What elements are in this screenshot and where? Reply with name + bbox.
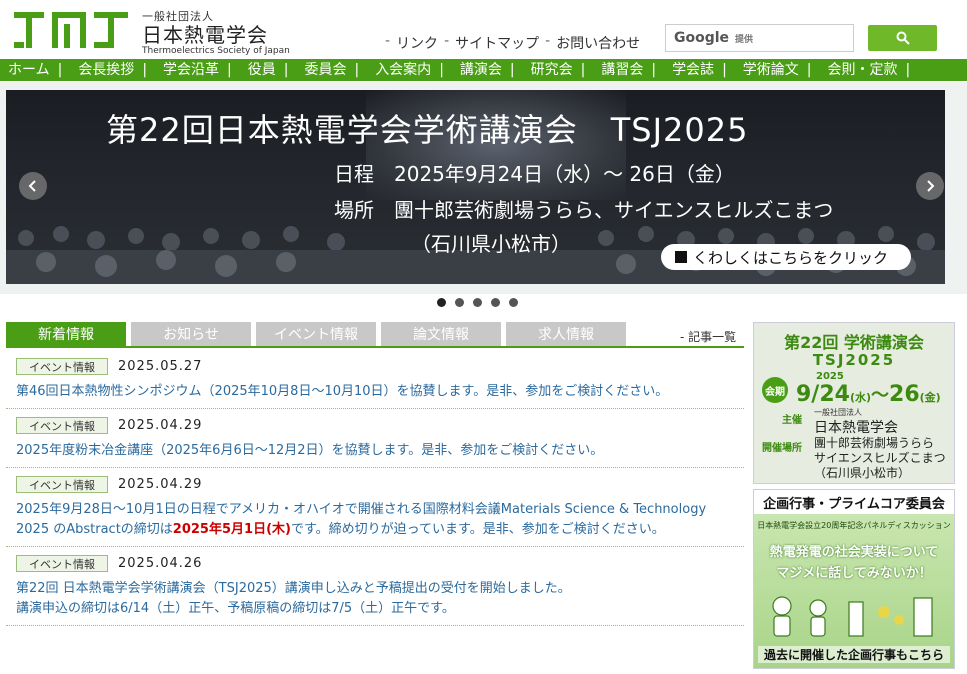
header: 一般社団法人 日本熱電学会 Thermoelectrics Society of…	[0, 0, 967, 60]
link-links[interactable]: リンク	[396, 33, 438, 53]
side2-header: 企画行事・プライムコア委員会	[754, 490, 954, 514]
banner-slide[interactable]: 第22回日本熱電学会学術講演会 TSJ2025 日程 2025年9月24日（水）…	[6, 90, 945, 284]
news-link[interactable]: 2025年度粉末冶金講座（2025年6月6日～12月2日）を協賛します。是非、参…	[16, 441, 734, 461]
side-venue-label: 開催場所	[762, 443, 802, 454]
nav-officers[interactable]: 役員 |	[240, 59, 297, 81]
sidebar-planning-banner[interactable]: 企画行事・プライムコア委員会 日本熱電学会設立20周年記念パネルディスカッション…	[753, 489, 955, 669]
link-sitemap[interactable]: サイトマップ	[455, 33, 539, 53]
main-nav: ホーム | 会長挨拶 | 学会沿革 | 役員 | 委員会 | 入会案内 | 講演会 | 研究会…	[0, 59, 967, 81]
nav-research[interactable]: 研究会 |	[523, 59, 594, 81]
banner-venue-city: （石川県小松市）	[411, 232, 571, 256]
banner-venue: 場所 團十郎芸術劇場うらら、サイエンスヒルズこまつ	[334, 198, 834, 222]
next-slide-button[interactable]	[916, 172, 944, 200]
nav-lecture[interactable]: 講演会 |	[452, 59, 523, 81]
side2-line2: マジメに話してみないか！	[776, 566, 932, 581]
side2-art: 日本熱電学会設立20周年記念パネルディスカッション 熱電発電の社会実装について …	[754, 514, 954, 668]
people-illustration-icon	[772, 596, 933, 637]
link-contact[interactable]: お問い合わせ	[556, 33, 640, 53]
slide-dots	[437, 298, 518, 307]
nav-journal[interactable]: 学会誌 |	[664, 59, 735, 81]
slide-dot-3[interactable]	[473, 298, 482, 307]
side-conf-sub: TSJ2025	[812, 351, 896, 369]
org-en: Thermoelectrics Society of Japan	[142, 46, 290, 56]
nav-course[interactable]: 講習会 |	[593, 59, 664, 81]
news-date: 2025.04.29	[118, 418, 203, 433]
banner-area: 第22回日本熱電学会学術講演会 TSJ2025 日程 2025年9月24日（水）…	[0, 82, 967, 294]
nav-papers[interactable]: 学術論文 |	[735, 59, 820, 81]
google-brand: Google	[674, 30, 730, 46]
banner-title: 第22回日本熱電学会学術講演会 TSJ2025	[106, 111, 749, 149]
news-item: イベント情報 2025.05.27 第46回日本熱物性シンポジウム（2025年1…	[6, 350, 744, 409]
side2-past-link[interactable]: 過去に開催した企画行事もこちら	[758, 646, 950, 663]
news-item: イベント情報 2025.04.29 2025年度粉末冶金講座（2025年6月6日…	[6, 409, 744, 468]
search-input[interactable]: Google 提供	[665, 24, 854, 52]
sidebar-conference-banner[interactable]: 第22回 学術講演会 TSJ2025 会期 2025 9/24(水)～26(金)…	[753, 322, 955, 484]
tab-event[interactable]: イベント情報	[256, 322, 376, 346]
news-tabs: 新着情報 お知らせ イベント情報 論文情報 求人情報	[6, 322, 626, 346]
deadline-highlight: 2025年5月1日(木)	[172, 522, 291, 537]
side-host-name: 日本熱電学会	[814, 420, 898, 436]
slide-dot-4[interactable]	[491, 298, 500, 307]
tab-new[interactable]: 新着情報	[6, 322, 126, 346]
news-item: イベント情報 2025.04.26 第22回 日本熱電学会学術講演会（TSJ20…	[6, 547, 744, 626]
side-venue: 團十郎芸術劇場うらら サイエンスヒルズこまつ （石川県小松市）	[814, 436, 946, 480]
top-links: - リンク - サイトマップ - お問い合わせ	[385, 33, 641, 53]
slide-dot-1[interactable]	[437, 298, 446, 307]
org-name: 日本熱電学会	[142, 23, 268, 47]
category-badge: イベント情報	[16, 417, 108, 434]
chevron-right-icon	[927, 180, 935, 192]
nav-history[interactable]: 学会沿革 |	[155, 59, 240, 81]
slide-dot-2[interactable]	[455, 298, 464, 307]
side-conf-title: 第22回 学術講演会	[784, 333, 924, 352]
category-badge: イベント情報	[16, 476, 108, 493]
banner-detail-button[interactable]: くわしくはこちらをクリック	[661, 244, 911, 270]
article-list-link[interactable]: - 記事一覧	[680, 328, 736, 345]
org-small: 一般社団法人	[142, 10, 214, 23]
banner-schedule: 日程 2025年9月24日（水）～ 26日（金）	[334, 162, 735, 186]
logo-text[interactable]: 一般社団法人 日本熱電学会 Thermoelectrics Society of…	[142, 8, 290, 57]
square-icon	[675, 251, 687, 263]
tsj-logo[interactable]	[14, 10, 130, 48]
tab-underline	[6, 346, 744, 348]
nav-greeting[interactable]: 会長挨拶 |	[70, 59, 155, 81]
news-date: 2025.04.29	[118, 477, 203, 492]
side-period-label: 会期	[762, 377, 788, 403]
nav-rules[interactable]: 会則・定款 |	[820, 59, 919, 81]
news-date: 2025.05.27	[118, 359, 203, 374]
nav-membership[interactable]: 入会案内 |	[367, 59, 452, 81]
side2-sub: 日本熱電学会設立20周年記念パネルディスカッション	[757, 521, 951, 530]
prev-slide-button[interactable]	[19, 172, 47, 200]
tab-jobs[interactable]: 求人情報	[506, 322, 626, 346]
side2-line1: 熱電発電の社会実装について	[769, 545, 939, 560]
news-list: イベント情報 2025.05.27 第46回日本熱物性シンポジウム（2025年1…	[6, 350, 744, 626]
search-icon	[896, 31, 910, 45]
category-badge: イベント情報	[16, 358, 108, 375]
news-link[interactable]: 第22回 日本熱電学会学術講演会（TSJ2025）講演申し込みと予稿提出の受付を…	[16, 579, 734, 619]
tab-notice[interactable]: お知らせ	[131, 322, 251, 346]
nav-home[interactable]: ホーム |	[0, 59, 70, 81]
search-button[interactable]	[868, 25, 937, 51]
news-link[interactable]: 第46回日本熱物性シンポジウム（2025年10月8日～10月10日）を協賛します…	[16, 382, 734, 402]
news-link[interactable]: 2025年9月28日～10月1日の日程でアメリカ・オハイオで開催される国際材料会…	[16, 500, 734, 540]
tab-paper[interactable]: 論文情報	[381, 322, 501, 346]
nav-committee[interactable]: 委員会 |	[296, 59, 367, 81]
news-item: イベント情報 2025.04.29 2025年9月28日～10月1日の日程でアメ…	[6, 468, 744, 547]
news-date: 2025.04.26	[118, 556, 203, 571]
category-badge: イベント情報	[16, 555, 108, 572]
side-host-label: 主催	[782, 415, 802, 426]
chevron-left-icon	[28, 180, 36, 192]
side-dates: 9/24(水)～26(金)	[796, 382, 941, 407]
google-provided: 提供	[735, 34, 754, 45]
slide-dot-5[interactable]	[509, 298, 518, 307]
